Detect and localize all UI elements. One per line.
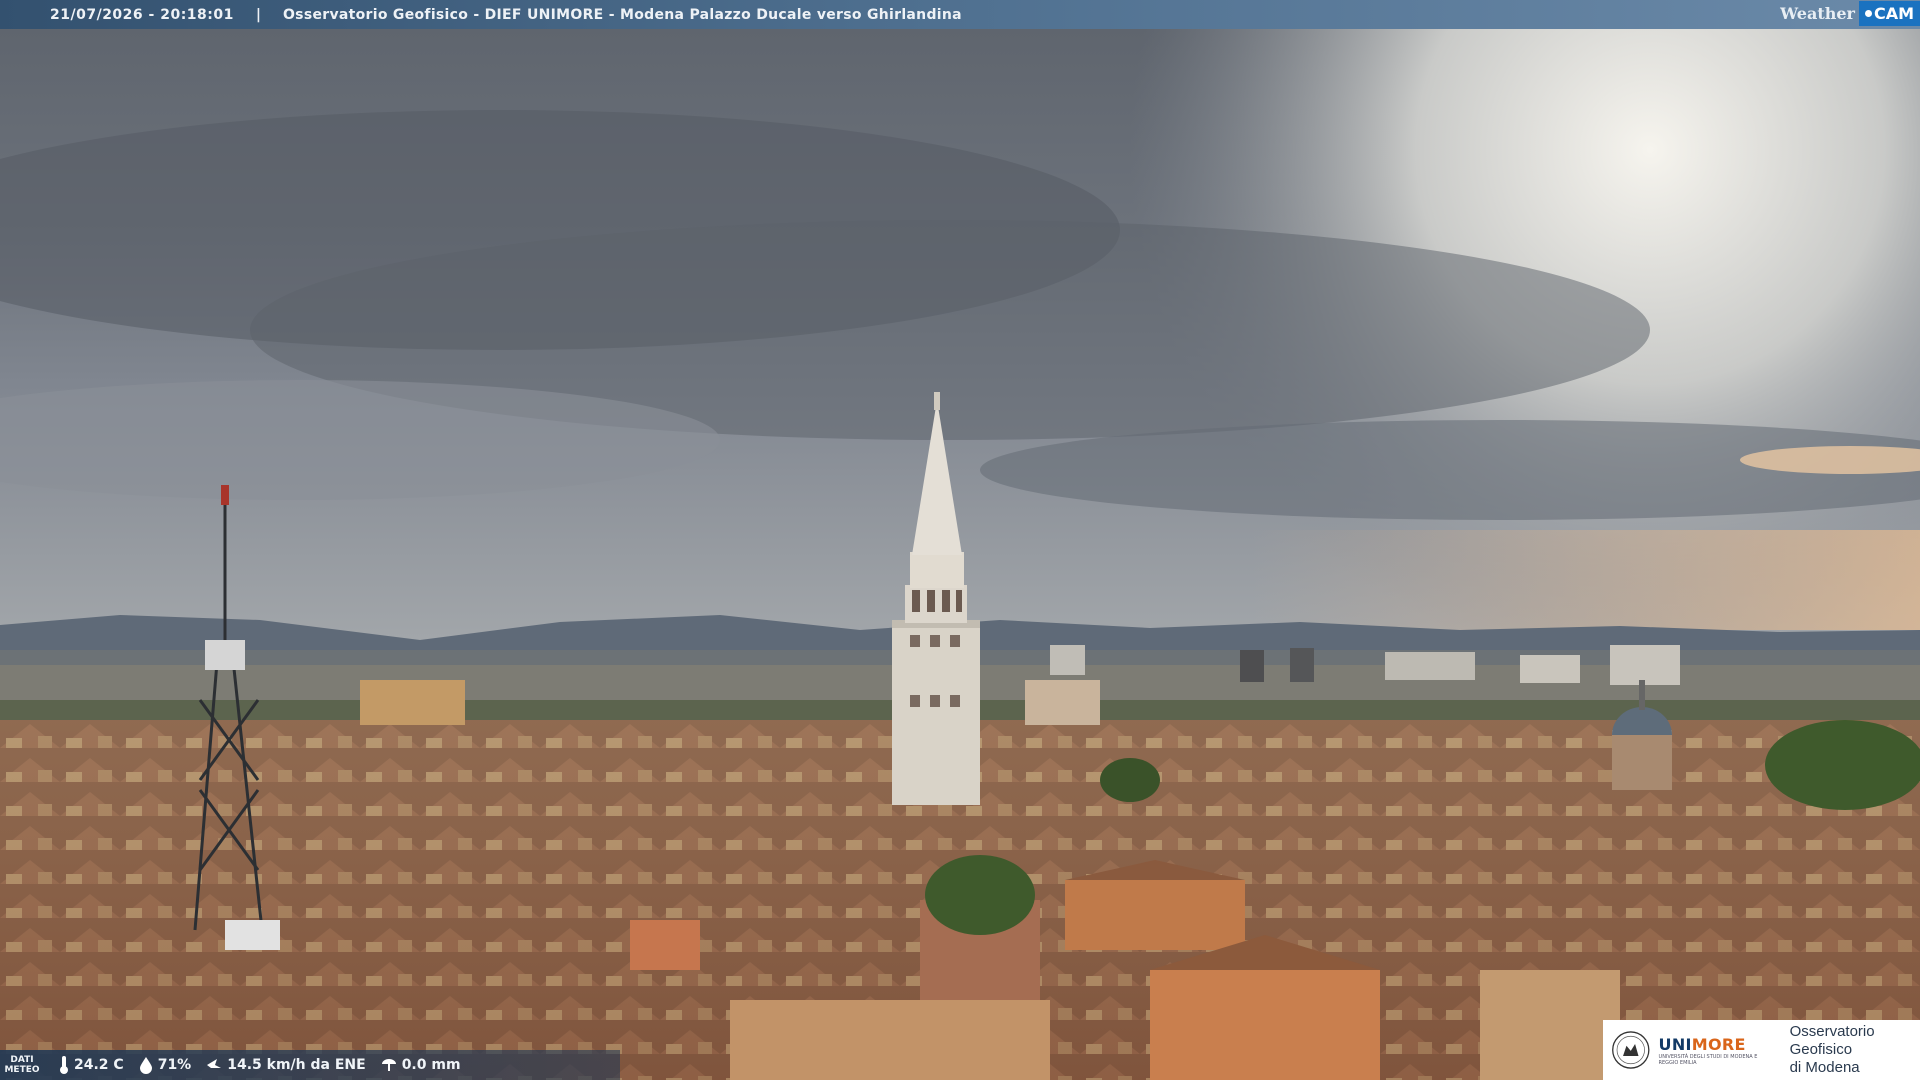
humidity-value: 71% (157, 1057, 192, 1073)
weathercam-logo-cam-text: CAM (1873, 4, 1914, 23)
observatory-line2: di Modena (1789, 1059, 1860, 1076)
camera-title: Osservatorio Geofisico - DIEF UNIMORE - … (282, 6, 962, 23)
weathercam-logo: Weather CAM (1780, 0, 1920, 27)
weather-data-strip: DATI METEO 24.2 C 71% 14.5 km/h da ENE 0… (0, 1050, 620, 1080)
webcam-scene (0, 0, 1920, 1080)
unimore-brand: UNIMORE UNIVERSITÀ DEGLI STUDI DI MODENA… (1659, 1035, 1778, 1066)
meteo-label: DATI METEO (0, 1055, 44, 1075)
meteo-label-line1: DATI (10, 1055, 34, 1065)
unimore-wordmark-a: UNI (1658, 1034, 1692, 1054)
top-info-bar: 21/07/2026 - 20:18:01 | Osservatorio Geo… (0, 0, 1920, 29)
observatory-line1: Osservatorio Geofisico (1789, 1023, 1875, 1058)
temperature-reading: 24.2 C (58, 1055, 124, 1075)
wind-reading: 14.5 km/h da ENE (205, 1056, 366, 1074)
university-seal-icon (1612, 1031, 1650, 1069)
temperature-value: 24.2 C (74, 1057, 124, 1073)
separator: | (255, 6, 261, 23)
rain-reading: 0.0 mm (380, 1056, 461, 1074)
rain-value: 0.0 mm (401, 1057, 461, 1073)
wind-icon (207, 1059, 222, 1068)
lens-dot-icon (1864, 10, 1872, 17)
wind-value: 14.5 km/h da ENE (227, 1057, 366, 1073)
unimore-wordmark-b: MORE (1691, 1034, 1746, 1054)
humidity-drop-icon (139, 1057, 152, 1074)
unimore-logo-box: UNIMORE UNIVERSITÀ DEGLI STUDI DI MODENA… (1603, 1020, 1920, 1080)
unimore-wordmark: UNIMORE (1659, 1035, 1778, 1054)
weathercam-logo-weather: Weather (1780, 4, 1855, 23)
observatory-name: Osservatorio Geofisico di Modena (1790, 1023, 1920, 1077)
unimore-subtitle: UNIVERSITÀ DEGLI STUDI DI MODENA E REGGI… (1658, 1053, 1758, 1066)
humidity-reading: 71% (138, 1056, 192, 1074)
meteo-label-line2: METEO (4, 1065, 40, 1075)
weathercam-logo-cam: CAM (1858, 1, 1920, 26)
rain-gauge-icon (381, 1059, 396, 1071)
thermometer-icon (60, 1056, 68, 1074)
timestamp: 21/07/2026 - 20:18:01 (50, 6, 234, 23)
